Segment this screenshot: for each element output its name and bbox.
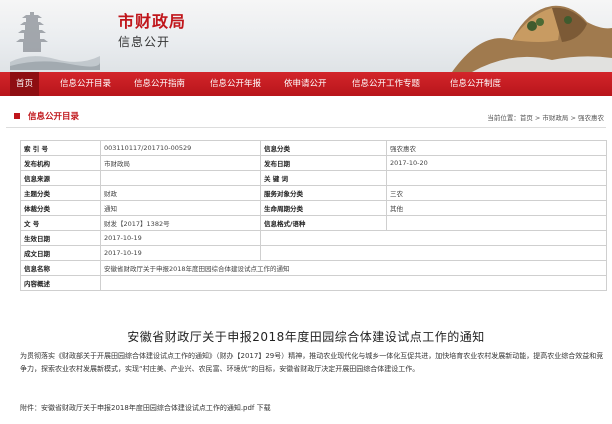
nav-item-system[interactable]: 信息公开制度 xyxy=(450,72,501,96)
doc-no-value: 财发【2017】1382号 xyxy=(100,215,261,231)
effective-date-label: 生效日期 xyxy=(20,230,101,246)
index-no-value: 003110117/201710-00529 xyxy=(100,140,261,156)
service-value: 三农 xyxy=(386,185,607,201)
site-subtitle: 信息公开 xyxy=(118,35,171,49)
nav-item-special-topic[interactable]: 信息公开工作专题 xyxy=(352,72,420,96)
download-link[interactable]: 下载 xyxy=(257,404,271,412)
table-row: 信息名称 安徽省财政厅关于申报2018年度田园综合体建设试点工作的通知 xyxy=(20,260,607,276)
table-row: 索 引 号 003110117/201710-00529 信息分类 强农惠农 xyxy=(20,140,607,156)
summary-value xyxy=(100,275,607,291)
written-date-value: 2017-10-19 xyxy=(100,245,261,261)
table-row: 主题分类 财政 服务对象分类 三农 xyxy=(20,185,607,201)
table-row: 发布机构 市财政局 发布日期 2017-10-20 xyxy=(20,155,607,171)
category-label: 信息分类 xyxy=(260,140,387,156)
service-label: 服务对象分类 xyxy=(260,185,387,201)
breadcrumb[interactable]: 当前位置：首页 > 市财政局 > 强农惠农 xyxy=(487,112,604,122)
nav-item-guide[interactable]: 信息公开指南 xyxy=(134,72,185,96)
source-label: 信息来源 xyxy=(20,170,101,186)
source-value xyxy=(100,170,261,186)
genre-label: 体裁分类 xyxy=(20,200,101,216)
table-row: 文 号 财发【2017】1382号 信息格式/语种 xyxy=(20,215,607,231)
attachment-prefix: 附件： xyxy=(20,404,41,412)
location-bar: 信息公开目录 当前位置：首页 > 市财政局 > 强农惠农 xyxy=(6,107,606,128)
attachment-line: 附件：安徽省财政厅关于申报2018年度田园综合体建设试点工作的通知.pdf 下载 xyxy=(20,403,271,413)
site-title: 市财政局 xyxy=(118,12,187,31)
table-row: 生效日期 2017-10-19 xyxy=(20,230,607,246)
empty-cell xyxy=(260,245,607,261)
attachment-link[interactable]: 安徽省财政厅关于申报2018年度田园综合体建设试点工作的通知.pdf xyxy=(41,404,254,412)
table-row: 体裁分类 通知 生命周期分类 其他 xyxy=(20,200,607,216)
section-marker-icon xyxy=(14,113,20,119)
category-value: 强农惠农 xyxy=(386,140,607,156)
nav-item-annual-report[interactable]: 信息公开年报 xyxy=(210,72,261,96)
article-body: 为贯彻落实《财政部关于开展田园综合体建设试点工作的通知》（财办【2017】29号… xyxy=(20,352,604,373)
info-name-value: 安徽省财政厅关于申报2018年度田园综合体建设试点工作的通知 xyxy=(100,260,607,276)
publisher-value: 市财政局 xyxy=(100,155,261,171)
nav-item-application[interactable]: 依申请公开 xyxy=(284,72,327,96)
nav-item-home[interactable]: 首页 xyxy=(10,72,40,96)
format-label: 信息格式/语种 xyxy=(260,215,387,231)
pagoda-illustration xyxy=(10,12,100,70)
lifecycle-value: 其他 xyxy=(386,200,607,216)
empty-cell xyxy=(260,230,607,246)
effective-date-value: 2017-10-19 xyxy=(100,230,261,246)
lifecycle-label: 生命周期分类 xyxy=(260,200,387,216)
info-table: 索 引 号 003110117/201710-00529 信息分类 强农惠农 发… xyxy=(20,140,607,291)
index-no-label: 索 引 号 xyxy=(20,140,101,156)
table-row: 内容概述 xyxy=(20,275,607,291)
publisher-label: 发布机构 xyxy=(20,155,101,171)
main-nav: 首页 信息公开目录 信息公开指南 信息公开年报 依申请公开 信息公开工作专题 信… xyxy=(0,72,612,96)
topic-label: 主题分类 xyxy=(20,185,101,201)
mountain-illustration xyxy=(452,5,612,72)
table-row: 信息来源 关 键 词 xyxy=(20,170,607,186)
format-value xyxy=(386,215,607,231)
doc-no-label: 文 号 xyxy=(20,215,101,231)
keywords-value xyxy=(386,170,607,186)
site-header: 市财政局 信息公开 xyxy=(0,0,612,72)
pub-date-value: 2017-10-20 xyxy=(386,155,607,171)
table-row: 成文日期 2017-10-19 xyxy=(20,245,607,261)
article-title: 安徽省财政厅关于申报2018年度田园综合体建设试点工作的通知 xyxy=(127,330,485,344)
nav-item-catalog[interactable]: 信息公开目录 xyxy=(60,72,111,96)
keywords-label: 关 键 词 xyxy=(260,170,387,186)
topic-value: 财政 xyxy=(100,185,261,201)
section-label: 信息公开目录 xyxy=(28,112,80,122)
genre-value: 通知 xyxy=(100,200,261,216)
info-name-label: 信息名称 xyxy=(20,260,101,276)
written-date-label: 成文日期 xyxy=(20,245,101,261)
summary-label: 内容概述 xyxy=(20,275,101,291)
pub-date-label: 发布日期 xyxy=(260,155,387,171)
